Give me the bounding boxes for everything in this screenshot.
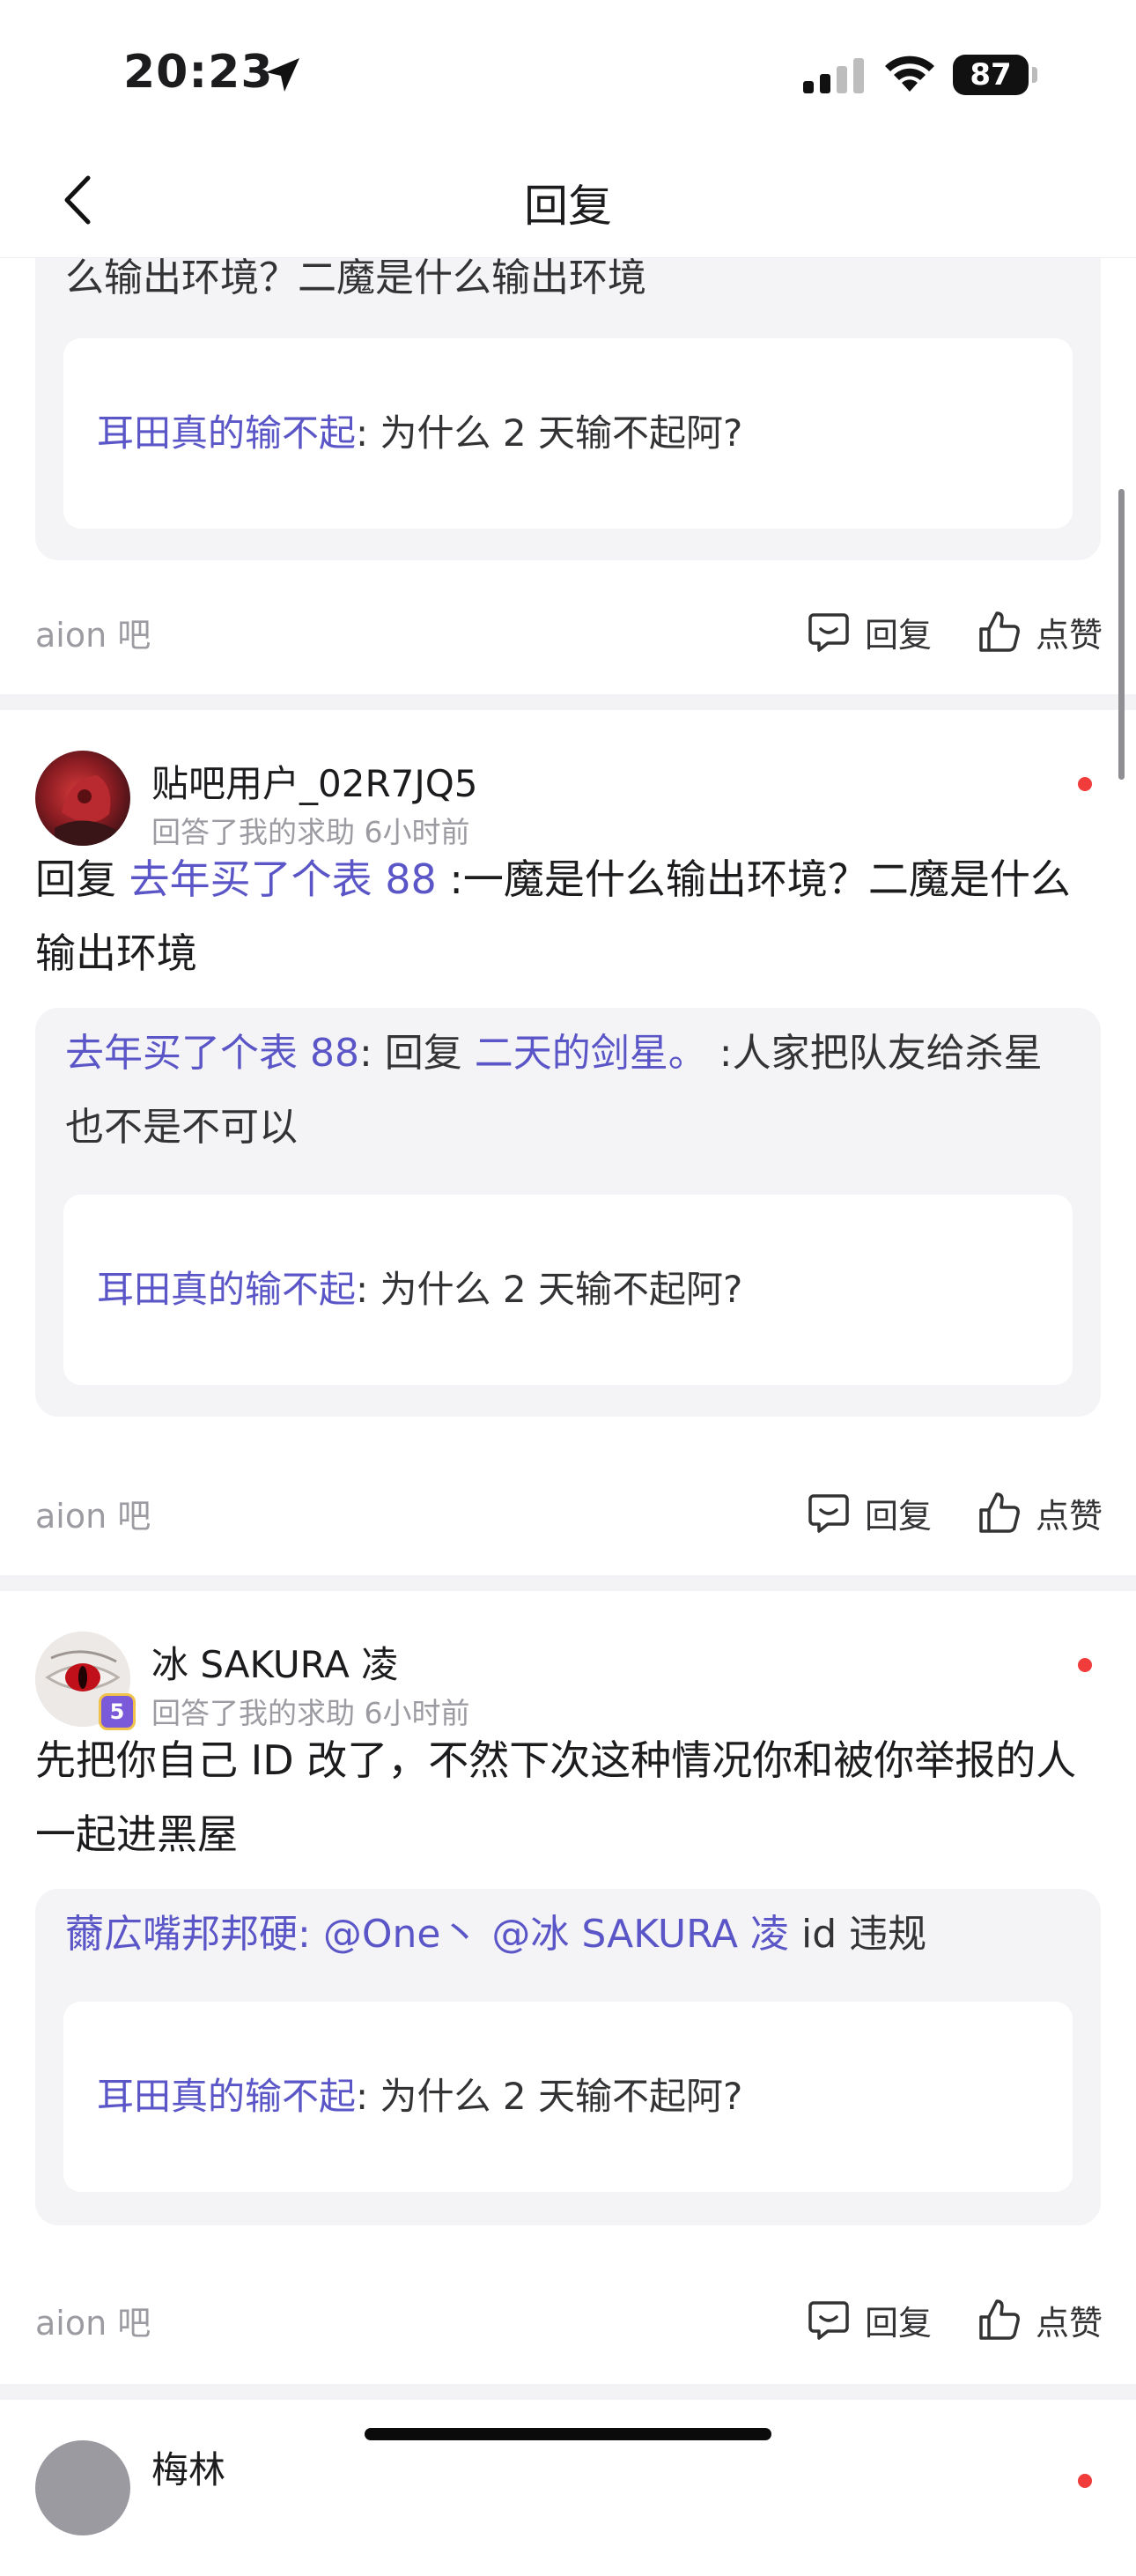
status-time: 20:23 (123, 46, 274, 99)
thumbs-up-icon (979, 2299, 1020, 2340)
cellular-signal-icon (803, 58, 864, 93)
quoted-author[interactable]: 薾広嘴邦邦硬 (65, 1912, 298, 1957)
reply-label: 回复 (865, 1497, 933, 1536)
username[interactable]: 冰 SAKURA 凌 (151, 1635, 398, 1689)
avatar[interactable]: 5 (35, 1632, 136, 1730)
card-divider (0, 694, 1136, 710)
wifi-icon (885, 56, 934, 92)
like-label: 点赞 (1036, 2304, 1103, 2343)
like-label: 点赞 (1036, 1497, 1103, 1536)
reply-text: 回复 去年买了个表 88 :一魔是什么输出环境？二魔是什么输出环境 (35, 842, 1101, 990)
status-bar: 20:23 87 (0, 0, 1136, 150)
quoted-mention[interactable]: @One丶 @冰 SAKURA 凌 (323, 1912, 789, 1957)
original-post-quote[interactable]: 耳田真的输不起: 为什么 2 天输不起阿? (63, 1195, 1073, 1385)
username[interactable]: 贴吧用户_02R7JQ5 (151, 754, 478, 808)
scrollbar[interactable] (1118, 489, 1125, 780)
forum-name[interactable]: aion 吧 (35, 1489, 151, 1537)
quoted-reply[interactable]: 薾広嘴邦邦硬: @One丶 @冰 SAKURA 凌 id 违规 耳田真的输不起:… (35, 1889, 1101, 2225)
original-post-content: : 为什么 2 天输不起阿? (356, 1268, 743, 1311)
level-badge-text: 5 (109, 1699, 125, 1724)
card-divider (0, 1575, 1136, 1591)
reply-text: 先把你自己 ID 改了，不然下次这种情况你和被你举报的人一起进黑屋 (35, 1736, 1077, 1858)
comment-icon (808, 1494, 849, 1533)
original-post-quote[interactable]: 耳田真的输不起: 为什么 2 天输不起阿? (63, 338, 1073, 529)
page-title: 回复 (524, 181, 612, 232)
avatar[interactable] (35, 2440, 130, 2535)
thumbs-up-icon (979, 1492, 1020, 1533)
original-post-content: : 为什么 2 天输不起阿? (356, 411, 743, 455)
quoted-reply[interactable]: 么输出环境？二魔是什么输出环境 耳田真的输不起: 为什么 2 天输不起阿? (35, 222, 1101, 560)
avatar-robot-icon (55, 775, 116, 846)
navigation-bar: 回复 (0, 150, 1136, 257)
reply-prefix: 回复 (35, 855, 129, 903)
reply-list: 么输出环境？二魔是什么输出环境 耳田真的输不起: 为什么 2 天输不起阿? ai… (0, 222, 1136, 2576)
comment-icon (808, 613, 849, 652)
original-post-author[interactable]: 耳田真的输不起 (97, 2075, 356, 2118)
original-post-text: 耳田真的输不起: 为什么 2 天输不起阿? (97, 400, 742, 467)
quoted-mention[interactable]: 二天的剑星。 (475, 1031, 707, 1076)
reply-label: 回复 (865, 2304, 933, 2343)
quoted-reply[interactable]: 去年买了个表 88: 回复 二天的剑星。 :人家把队友给杀星也不是不可以 耳田真… (35, 1008, 1101, 1417)
card-divider (0, 2384, 1136, 2400)
thumbs-up-icon (979, 611, 1020, 652)
quoted-reply-text: 去年买了个表 88: 回复 二天的剑星。 :人家把队友给杀星也不是不可以 (65, 1017, 1078, 1165)
unread-dot (1078, 2474, 1092, 2488)
avatar[interactable] (35, 751, 130, 846)
reply-card[interactable]: 贴吧用户_02R7JQ5 回答了我的求助 6小时前 回复 去年买了个表 88 :… (0, 710, 1136, 1575)
quoted-content: id 违规 (788, 1912, 927, 1957)
quoted-mid: : (298, 1912, 323, 1957)
original-post-author[interactable]: 耳田真的输不起 (97, 411, 356, 455)
reply-label: 回复 (865, 616, 933, 655)
reply-card-partial[interactable]: 么输出环境？二魔是什么输出环境 耳田真的输不起: 为什么 2 天输不起阿? ai… (0, 222, 1136, 694)
quoted-mid: : 回复 (358, 1031, 475, 1076)
location-arrow-icon (266, 58, 299, 92)
forum-name[interactable]: aion 吧 (35, 608, 151, 656)
quoted-reply-text: 薾広嘴邦邦硬: @One丶 @冰 SAKURA 凌 id 违规 (65, 1898, 1078, 1972)
battery-tip (1032, 67, 1037, 83)
comment-icon (808, 2301, 849, 2340)
home-indicator[interactable] (365, 2428, 771, 2440)
username[interactable]: 梅林 (151, 2440, 225, 2494)
unread-dot (1078, 1658, 1092, 1672)
quoted-author[interactable]: 去年买了个表 88 (65, 1031, 359, 1076)
battery-level: 87 (953, 55, 1029, 95)
original-post-text: 耳田真的输不起: 为什么 2 天输不起阿? (97, 1256, 742, 1323)
original-post-text: 耳田真的输不起: 为什么 2 天输不起阿? (97, 2063, 742, 2130)
reply-card[interactable]: 梅林 (0, 2400, 1136, 2576)
forum-name[interactable]: aion 吧 (35, 2296, 151, 2344)
mention-link[interactable]: 去年买了个表 88 (129, 855, 437, 903)
reply-card[interactable]: 5 冰 SAKURA 凌 回答了我的求助 6小时前 先把你自己 ID 改了，不然… (0, 1591, 1136, 2384)
original-post-author[interactable]: 耳田真的输不起 (97, 1268, 356, 1311)
original-post-content: : 为什么 2 天输不起阿? (356, 2075, 743, 2118)
unread-dot (1078, 777, 1092, 791)
like-label: 点赞 (1036, 616, 1103, 655)
original-post-quote[interactable]: 耳田真的输不起: 为什么 2 天输不起阿? (63, 2002, 1073, 2192)
